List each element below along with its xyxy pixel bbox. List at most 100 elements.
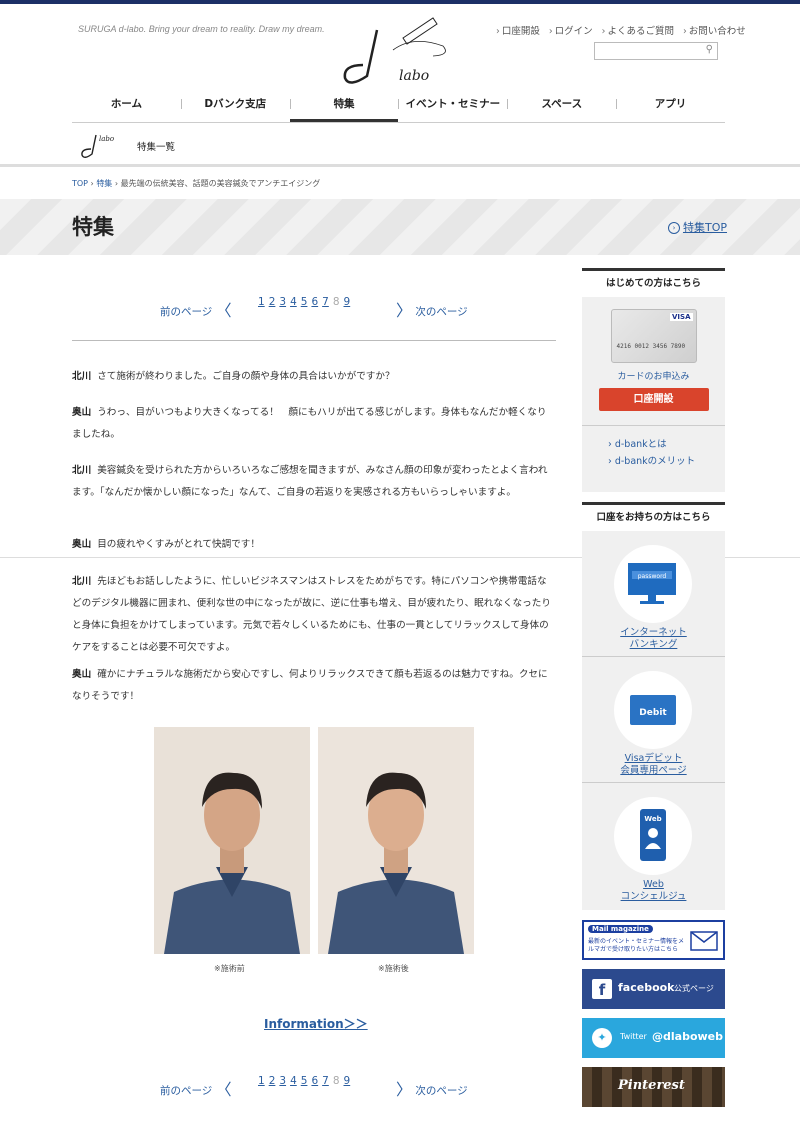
page-link[interactable]: 2 [269,1075,276,1087]
nav-feature[interactable]: 特集 [289,93,399,122]
dbank-about-link[interactable]: d-bankとは [608,436,725,450]
page-link[interactable]: 9 [344,1075,351,1087]
web-concierge-item[interactable]: Web Web コンシェルジュ [582,783,725,909]
dbank-merit-link[interactable]: d-bankのメリット [608,453,725,467]
twitter-bird-icon: ✦ [592,1028,612,1048]
speaker: 北川 [72,371,92,382]
speaker: 奥山 [72,669,92,680]
envelope-icon [690,931,718,951]
new-customer-heading: はじめての方はこちら [582,271,725,297]
svg-text:password: password [638,573,667,580]
dialogue-text: うわっ、目がいつもより大きくなってる！ 顔にもハリが出てる感じがします。身体もな… [72,407,547,440]
prev-page-link[interactable]: 前のページ 〈 [160,296,232,320]
open-account-button[interactable]: 口座開設 [598,388,709,411]
breadcrumb-top[interactable]: TOP [72,179,88,188]
feature-list-link[interactable]: 特集一覧 [137,139,175,153]
next-page-link[interactable]: 〉 次のページ [396,296,468,320]
nav-space[interactable]: スペース [507,93,616,122]
photo-caption-after: ※施術後 [378,964,409,973]
utility-links: › 口座開設 › ログイン › よくあるご質問 › お問い合わせ [496,23,746,37]
page-link[interactable]: 6 [311,1075,318,1087]
page-link[interactable]: 5 [301,1075,308,1087]
chevron-left-icon: 〈 [215,1080,232,1099]
arrow-circle-icon: › [668,222,680,234]
pinterest-banner[interactable]: Pinterest [582,1067,725,1107]
visa-card-image[interactable]: VISA 4216 0012 3456 7890 [610,309,697,363]
feature-top-link[interactable]: › 特集TOP [668,219,727,235]
chevron-right-icon: 〉 [396,1080,413,1099]
new-customer-box: はじめての方はこちら VISA 4216 0012 3456 7890 カードの… [582,268,725,492]
page-link[interactable]: 7 [322,296,329,308]
facebook-icon: f [592,979,612,999]
after-photo [318,727,474,954]
svg-text:labo: labo [99,135,114,143]
dialogue-line: 奥山 確かにナチュラルな施術だから安心ですし、何よりリラックスできて顔も若返るのは… [72,664,556,708]
page-link[interactable]: 9 [344,296,351,308]
svg-text:labo: labo [399,68,429,84]
breadcrumb-current: 最先端の伝統美容、話題の美容鍼灸でアンチエイジング [120,179,321,188]
svg-text:Debit: Debit [639,708,667,718]
nav-event[interactable]: イベント・セミナー [398,93,507,122]
global-nav: ホーム Dバンク支店 特集 イベント・セミナー スペース アプリ [72,93,725,123]
dialogue-line: 北川 さて施術が終わりました。ご自身の顔や身体の具合はいかがですか？ [72,366,556,388]
page-link[interactable]: 3 [279,296,286,308]
dialogue-text: 確かにナチュラルな施術だから安心ですし、何よりリラックスできて顔も若返るのは魅力… [72,669,548,702]
dialogue-text: 目の疲れやくすみがとれて快調です！ [97,539,260,550]
smartphone-icon: Web [614,797,692,875]
content-divider [72,340,556,341]
search-input[interactable]: ⚲ [594,42,718,60]
sidebar: はじめての方はこちら VISA 4216 0012 3456 7890 カードの… [582,268,725,1116]
svg-text:Web: Web [644,815,661,823]
page-link[interactable]: 4 [290,296,297,308]
nav-dbank[interactable]: Dバンク支店 [180,93,290,122]
page-link[interactable]: 3 [279,1075,286,1087]
visa-debit-item[interactable]: Debit Visaデビット 会員専用ページ [582,657,725,783]
dialogue-text: 先ほどもお話ししたように、忙しいビジネスマンはストレスをためがちです。特にパソコ… [72,576,551,653]
chevron-left-icon: 〈 [215,301,232,320]
card-number: 4216 0012 3456 7890 [616,343,686,350]
page-link[interactable]: 7 [322,1075,329,1087]
facebook-banner[interactable]: f facebook 公式ページ [582,969,725,1009]
top-accent-bar [0,0,800,4]
current-page: 8 [332,296,340,308]
prev-page-link[interactable]: 前のページ 〈 [160,1075,232,1099]
page-link[interactable]: 1 [258,296,265,308]
pager-bottom: 前のページ 〈 1 2 3 4 5 6 7 8 9 〉 次のページ [160,1073,500,1099]
nav-home[interactable]: ホーム [72,93,181,122]
page-title: 特集 [72,215,114,239]
next-page-link[interactable]: 〉 次のページ [396,1075,468,1099]
page-link[interactable]: 6 [311,296,318,308]
util-faq-link[interactable]: › よくあるご質問 [602,23,674,37]
dialogue-line: 北川 美容鍼灸を受けられた方からいろいろなご感想を聞きますが、みなさん顔の印象が変… [72,460,556,504]
d-labo-logo[interactable]: labo [333,10,463,90]
page-link[interactable]: 4 [290,1075,297,1087]
internet-banking-item[interactable]: password インターネット バンキング [582,531,725,657]
dialogue-line: 北川 先ほどもお話ししたように、忙しいビジネスマンはストレスをためがちです。特にパ… [72,571,556,659]
breadcrumb-section[interactable]: 特集 [96,179,112,188]
chevron-right-icon: 〉 [396,301,413,320]
page-link[interactable]: 1 [258,1075,265,1087]
page-link[interactable]: 2 [269,296,276,308]
information-link[interactable]: Information＞＞ [264,1015,368,1032]
util-login-link[interactable]: › ログイン [549,23,593,37]
speaker: 北川 [72,465,92,476]
util-contact-link[interactable]: › お問い合わせ [683,23,746,37]
dialogue-line: 奥山 うわっ、目がいつもより大きくなってる！ 顔にもハリが出てる感じがします。身体… [72,402,556,446]
speaker: 北川 [72,576,92,587]
d-labo-small-logo[interactable]: labo [77,127,122,161]
before-photo [154,727,310,954]
visa-logo: VISA [670,313,693,321]
twitter-banner[interactable]: ✦ Twitter @dlaboweb [582,1018,725,1058]
card-apply-link[interactable]: カードのお申込み [582,369,725,382]
dialogue-text: さて施術が終わりました。ご自身の顔や身体の具合はいかがですか？ [97,371,395,382]
search-icon[interactable]: ⚲ [706,44,713,55]
debit-card-icon: Debit [614,671,692,749]
breadcrumb: TOP › 特集 › 最先端の伝統美容、話題の美容鍼灸でアンチエイジング [72,179,321,188]
mail-magazine-banner[interactable]: Mail magazine 最新のイベント・セミナー情報をメルマガで受け取りたい… [582,920,725,960]
util-account-link[interactable]: › 口座開設 [496,23,540,37]
current-page: 8 [332,1075,340,1087]
speaker: 奥山 [72,539,92,550]
speaker: 奥山 [72,407,92,418]
nav-app[interactable]: アプリ [616,93,725,122]
page-link[interactable]: 5 [301,296,308,308]
